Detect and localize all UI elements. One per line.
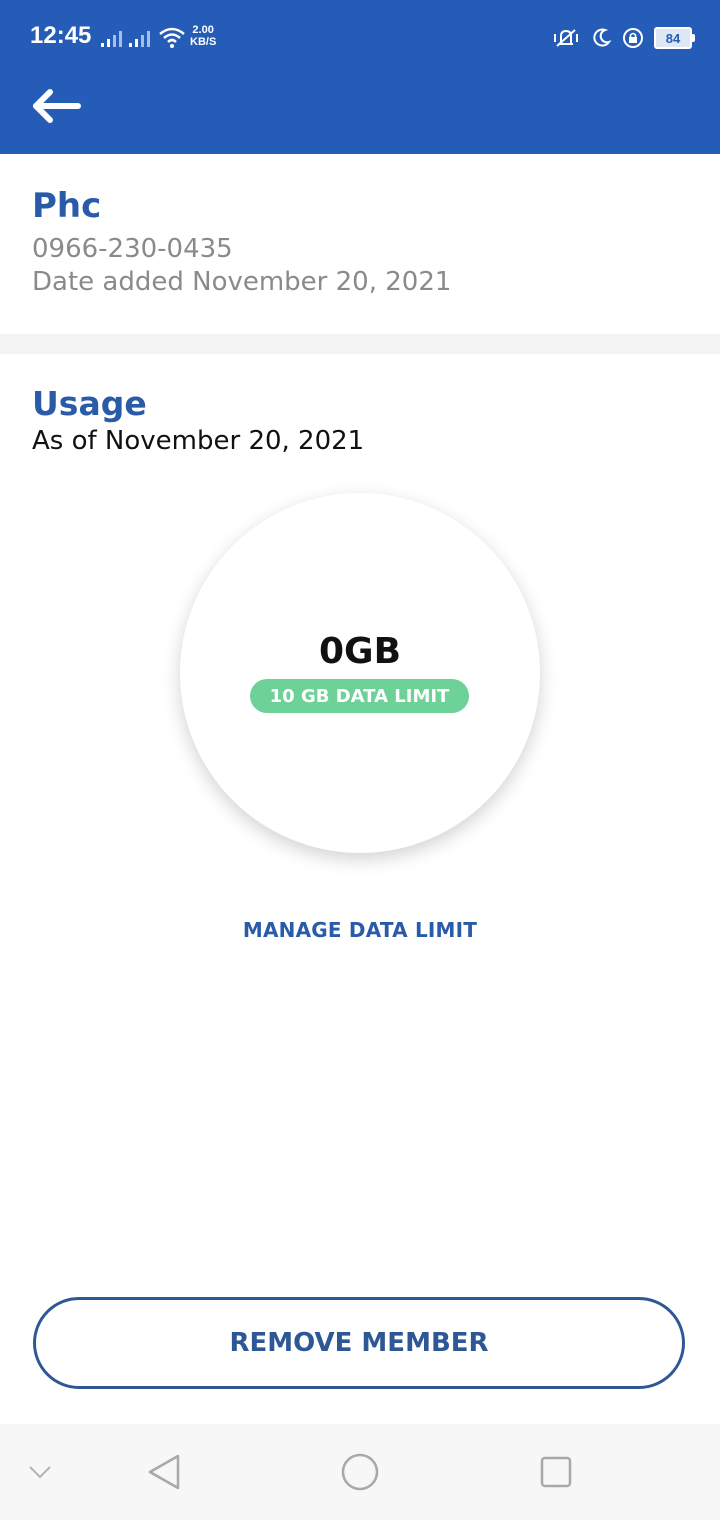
back-arrow-icon — [33, 89, 81, 123]
network-speed-unit: KB/S — [190, 36, 217, 48]
signal-icon-2 — [129, 31, 150, 47]
member-name: Phc — [32, 186, 102, 226]
status-icons: 84 — [552, 24, 695, 52]
back-button[interactable] — [26, 80, 86, 132]
status-bar: 12:45 2.00 KB/S 84 — [0, 0, 720, 76]
usage-amount: 0GB — [318, 631, 402, 672]
member-date-added: Date added November 20, 2021 — [32, 267, 452, 297]
nav-recents-button[interactable] — [532, 1448, 580, 1496]
signal-icon — [101, 31, 122, 47]
remove-member-button[interactable]: REMOVE MEMBER — [33, 1297, 685, 1389]
moon-icon — [593, 28, 612, 47]
app-bar — [0, 76, 720, 154]
nav-home-button[interactable] — [336, 1448, 384, 1496]
usage-title: Usage — [32, 384, 147, 423]
square-recents-icon — [540, 1456, 572, 1488]
triangle-back-icon — [148, 1454, 180, 1490]
navigation-bar — [0, 1424, 720, 1520]
section-divider — [0, 334, 720, 354]
circle-home-icon — [341, 1453, 379, 1491]
battery-indicator: 84 — [654, 27, 695, 49]
member-info: Phc 0966-230-0435 Date added November 20… — [0, 154, 720, 334]
data-limit-badge: 10 GB DATA LIMIT — [250, 679, 469, 713]
usage-circle: 0GB 10 GB DATA LIMIT — [180, 493, 540, 853]
wifi-icon — [159, 27, 185, 48]
chevron-down-icon — [29, 1466, 51, 1479]
vibrate-bell-icon — [554, 29, 578, 47]
network-speed-value: 2.00 — [192, 24, 214, 36]
usage-as-of: As of November 20, 2021 — [32, 426, 365, 456]
manage-data-limit-link[interactable]: MANAGE DATA LIMIT — [0, 918, 720, 942]
member-phone: 0966-230-0435 — [32, 234, 233, 264]
status-time: 12:45 — [30, 22, 92, 49]
nav-collapse-button[interactable] — [16, 1448, 64, 1496]
network-speed: 2.00 KB/S — [190, 24, 216, 48]
nav-back-button[interactable] — [140, 1448, 188, 1496]
rotation-lock-icon — [623, 28, 643, 48]
